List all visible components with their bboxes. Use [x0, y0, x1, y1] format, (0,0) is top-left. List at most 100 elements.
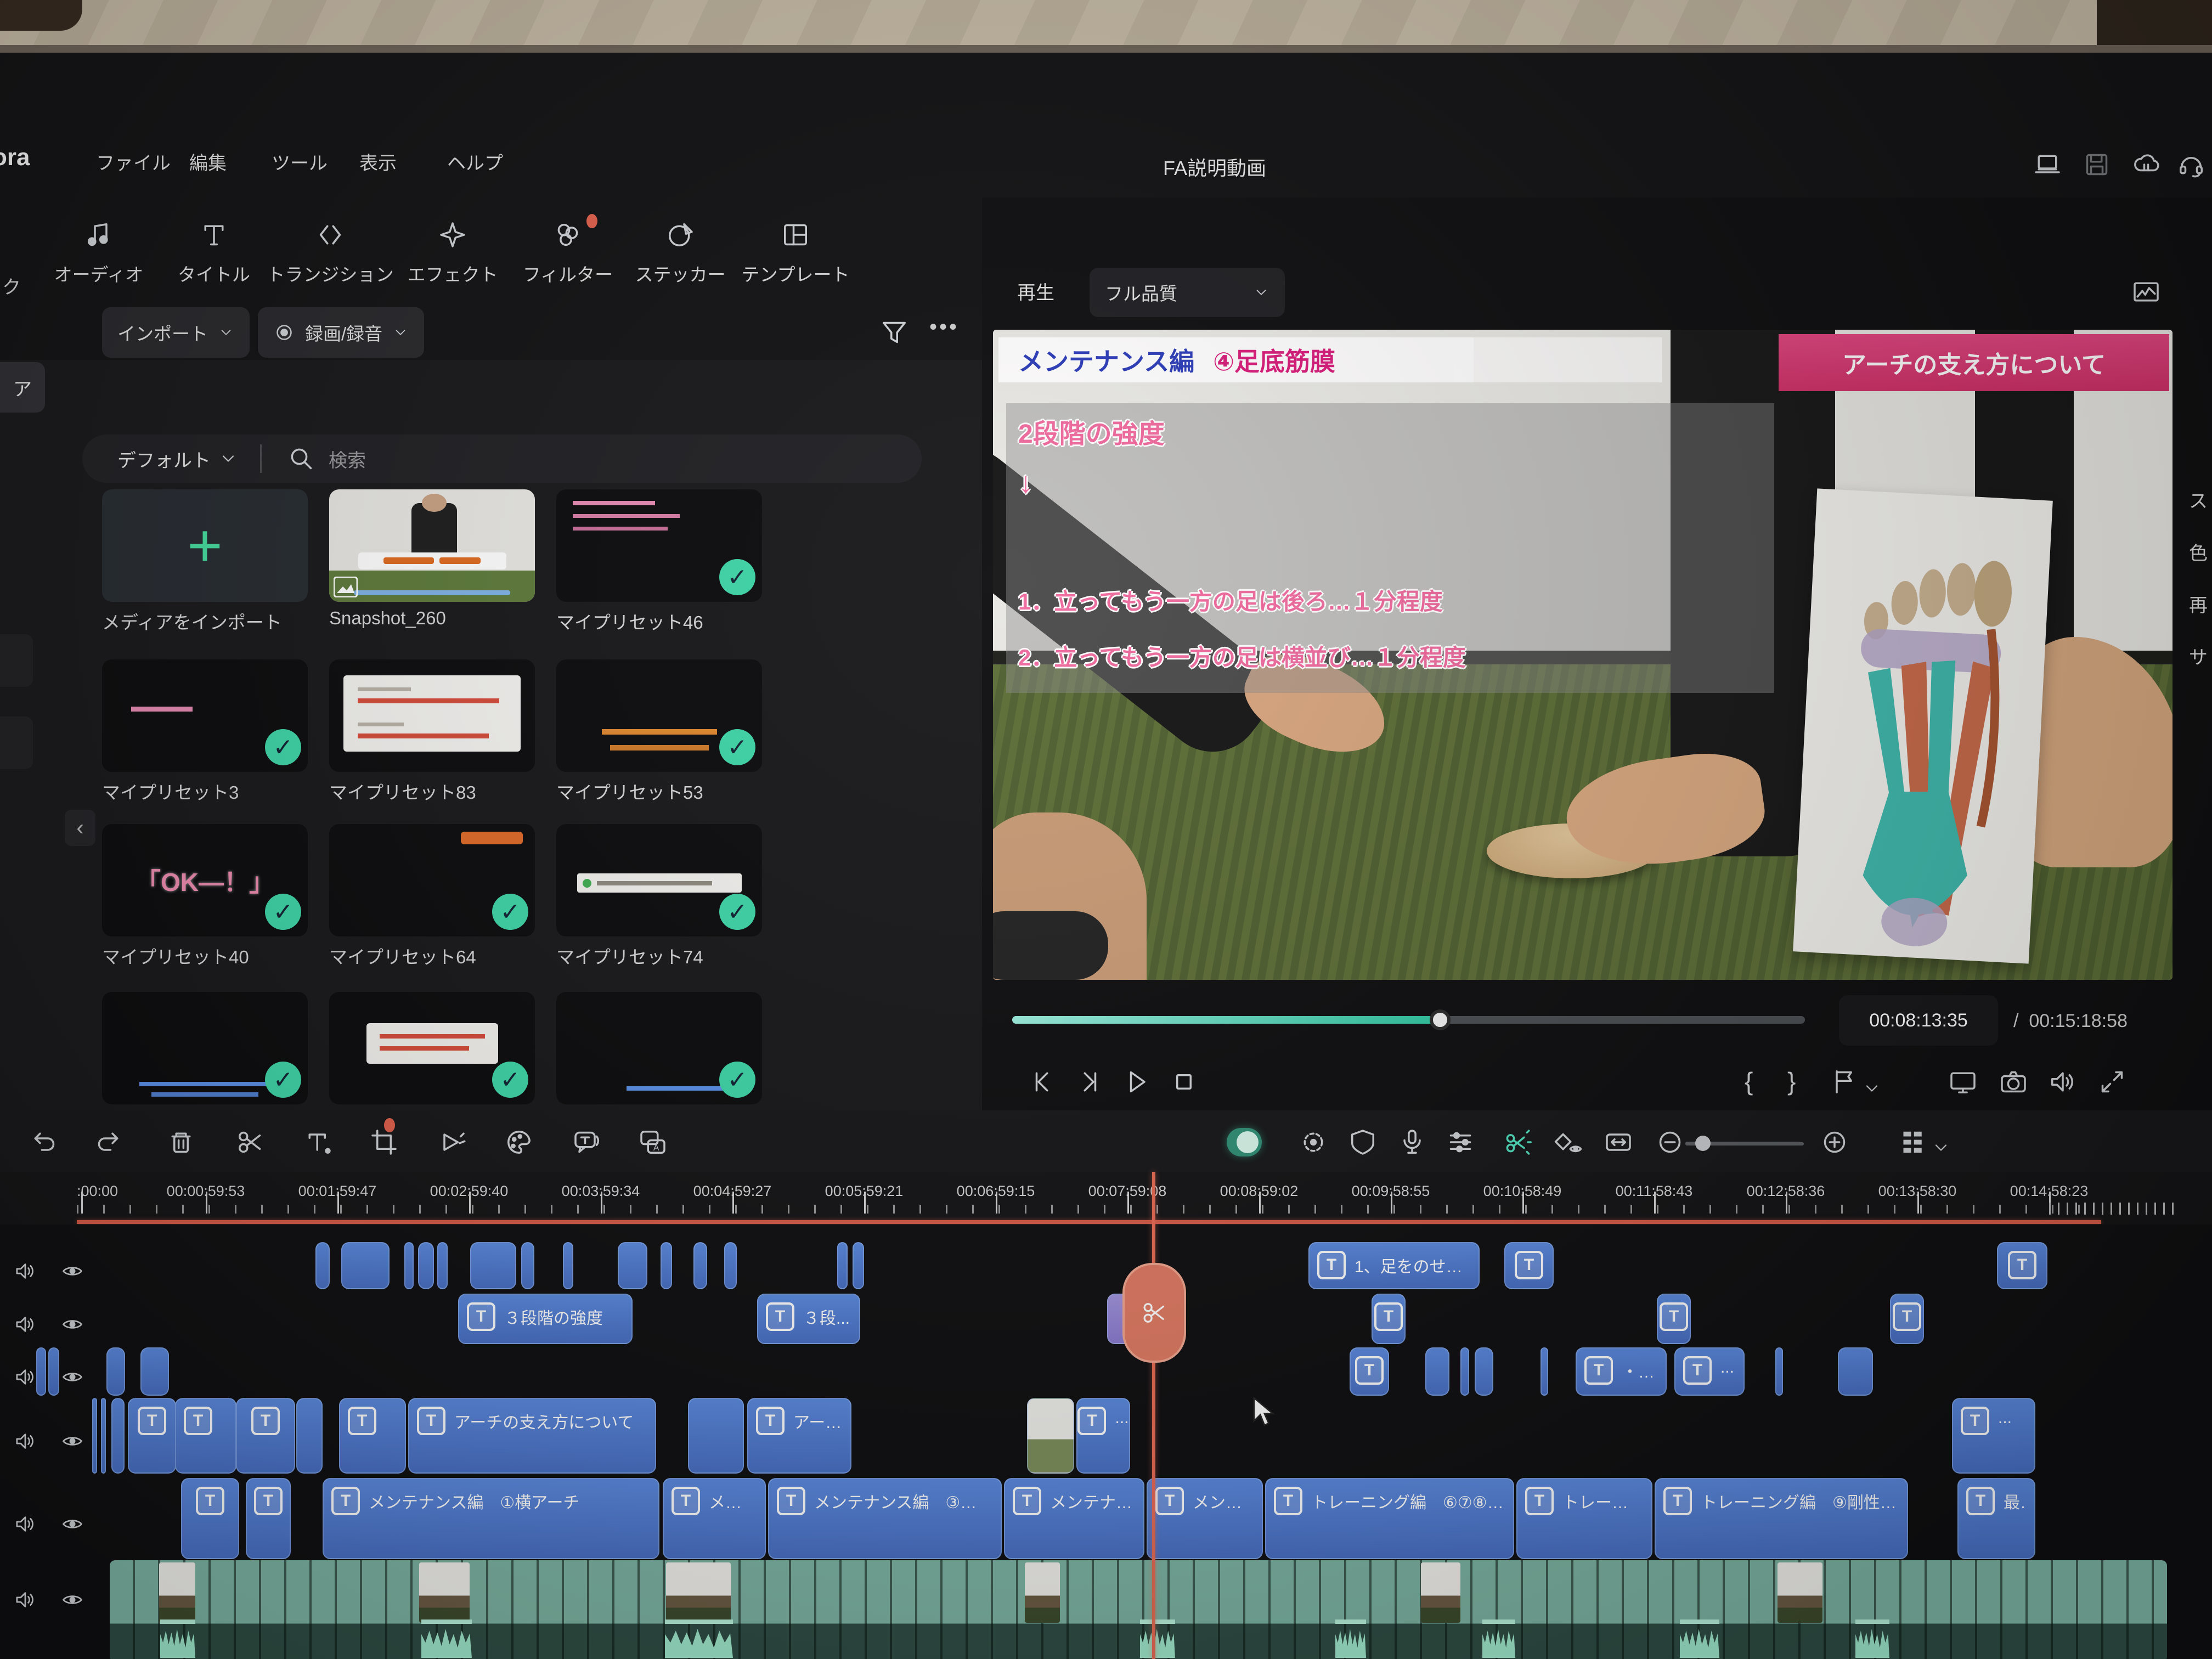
timeline-clip[interactable]: T	[1372, 1294, 1406, 1344]
toolbar-item-4[interactable]: フィルター	[518, 217, 617, 286]
timeline-clip[interactable]	[101, 1398, 106, 1474]
timeline-clip[interactable]	[404, 1242, 414, 1289]
timeline-clip[interactable]: Tメンテナンス編 ...	[663, 1478, 766, 1559]
timeline-clip[interactable]	[1838, 1347, 1873, 1396]
render-meter-icon[interactable]	[2129, 274, 2164, 309]
media-tile-メディアをインポート[interactable]: +	[102, 489, 308, 602]
save-icon[interactable]	[2079, 147, 2114, 182]
collapse-panel-button[interactable]: ‹	[65, 810, 95, 846]
timeline-clip[interactable]: Tアーチ...	[747, 1398, 851, 1474]
previous-frame-button[interactable]	[1025, 1064, 1060, 1099]
media-tile-マイプリセット53[interactable]: ✓	[556, 659, 762, 772]
timeline-clip[interactable]: T３段階の強度	[458, 1294, 633, 1344]
timeline-clip[interactable]	[618, 1242, 647, 1289]
tts-button[interactable]	[569, 1125, 605, 1160]
timeline-clip[interactable]	[140, 1347, 169, 1396]
timeline-clip[interactable]: T	[1504, 1242, 1554, 1289]
toolbar-item-3[interactable]: エフェクト	[403, 217, 502, 286]
zoom-out-button[interactable]	[1652, 1125, 1688, 1160]
chevron-down-icon[interactable]	[1862, 1071, 1882, 1106]
snapshot-button[interactable]	[1996, 1064, 2031, 1099]
playhead[interactable]	[1152, 1172, 1155, 1659]
timeline-clip[interactable]	[661, 1242, 672, 1289]
play-menu[interactable]: 再生	[1017, 278, 1054, 304]
timeline-clip[interactable]: T	[1997, 1242, 2047, 1289]
timeline-clip[interactable]	[521, 1242, 534, 1289]
timeline-clip[interactable]: T３段...	[757, 1294, 860, 1344]
quality-select[interactable]: フル品質	[1090, 268, 1285, 317]
mark-out-button[interactable]: }	[1787, 1066, 1796, 1096]
timeline-clip[interactable]: Tメンテナンス編 ③外アーチ	[768, 1478, 1002, 1559]
menu-item-3[interactable]: 表示	[359, 148, 397, 175]
text-tool-button[interactable]	[301, 1125, 336, 1160]
dual-monitor-button[interactable]	[1945, 1064, 1980, 1099]
track-visibility-icon[interactable]	[55, 1254, 90, 1289]
media-tile-マイプリセット40[interactable]: 「OK—！」✓	[102, 824, 308, 936]
track-mute-icon[interactable]	[8, 1424, 43, 1459]
timeline-clip[interactable]: T	[128, 1398, 176, 1474]
collection-select[interactable]: デフォルト	[117, 445, 211, 472]
redo-button[interactable]	[91, 1125, 126, 1160]
timeline-clip[interactable]: T...	[1076, 1398, 1130, 1474]
caption-tr-button[interactable]: A	[635, 1125, 670, 1160]
side-tab-stub[interactable]	[0, 634, 33, 687]
chevron-down-icon[interactable]	[1931, 1130, 1951, 1165]
timeline-clip[interactable]: T・親...	[1576, 1347, 1667, 1396]
timeline-clip[interactable]: T最...	[1957, 1478, 2035, 1559]
toggle-on-button[interactable]	[1227, 1125, 1262, 1160]
ripple-button[interactable]	[1601, 1125, 1636, 1160]
timeline-clip[interactable]: T	[175, 1398, 236, 1474]
timeline-clip[interactable]: T	[236, 1398, 295, 1474]
timeline-clip[interactable]	[724, 1242, 737, 1289]
media-tile-マイプリセット83[interactable]	[329, 659, 535, 772]
mic-button[interactable]	[1395, 1125, 1430, 1160]
side-tab-stub[interactable]	[0, 716, 33, 769]
timeline-clip[interactable]: T...	[1952, 1398, 2035, 1474]
track-visibility-icon[interactable]	[55, 1506, 90, 1542]
play-button[interactable]	[1119, 1064, 1154, 1099]
timeline-clip[interactable]: Tメンテナン...	[1147, 1478, 1263, 1559]
track-mute-icon[interactable]	[8, 1307, 43, 1342]
timeline-clip[interactable]	[470, 1242, 516, 1289]
media-tile-Snapshot_260[interactable]	[329, 489, 535, 602]
media-tile-マイプリセット74[interactable]: ✓	[556, 824, 762, 936]
trash-button[interactable]	[163, 1125, 199, 1160]
zoom-slider-knob[interactable]	[1695, 1136, 1711, 1151]
progress-knob[interactable]	[1430, 1009, 1451, 1030]
media-tile-マイプリセット3[interactable]: ✓	[102, 659, 308, 772]
timeline-ruler[interactable]: :00:0000:00:59:5300:01:59:4700:02:59:400…	[0, 1172, 2212, 1224]
mark-in-button[interactable]: {	[1745, 1066, 1753, 1096]
timeline-clip[interactable]: Tアーチの支え方について	[408, 1398, 656, 1474]
track-mute-icon[interactable]	[8, 1506, 43, 1542]
menu-item-0[interactable]: ファイル	[96, 148, 171, 175]
timeline-clip[interactable]: T	[1657, 1294, 1691, 1344]
timeline-clip[interactable]: Tトレーニング編 ⑨剛性を...	[1655, 1478, 1908, 1559]
media-tile-マイプリセット46[interactable]: ✓	[556, 489, 762, 602]
menu-item-2[interactable]: ツール	[272, 148, 328, 175]
record-button[interactable]: 録画/録音	[258, 307, 424, 358]
timeline-clip[interactable]	[1027, 1398, 1074, 1474]
progress-bar[interactable]	[1012, 1016, 1805, 1024]
keyframe-eye-button[interactable]	[1550, 1125, 1585, 1160]
timeline-clip[interactable]: T	[246, 1478, 291, 1559]
track-mute-icon[interactable]	[8, 1582, 43, 1617]
timeline-clip[interactable]	[111, 1398, 125, 1474]
mixer-button[interactable]	[1443, 1125, 1478, 1160]
marker-flag-button[interactable]	[1827, 1064, 1862, 1099]
track-mute-icon[interactable]	[8, 1254, 43, 1289]
toolbar-item-1[interactable]: タイトル	[165, 217, 263, 286]
import-button[interactable]: インポート	[102, 307, 250, 358]
timeline-clip[interactable]	[837, 1242, 848, 1289]
timeline-clip[interactable]	[418, 1242, 434, 1289]
search-input[interactable]: 検索	[329, 445, 366, 472]
track-visibility-icon[interactable]	[55, 1307, 90, 1342]
timeline-clip[interactable]: T	[1350, 1347, 1389, 1396]
media-tile-r3c0[interactable]: ✓	[102, 992, 308, 1104]
crop-button[interactable]	[366, 1125, 402, 1160]
fullscreen-button[interactable]	[2095, 1064, 2130, 1099]
timeline-clip[interactable]	[853, 1242, 864, 1289]
headset-icon[interactable]	[2174, 147, 2209, 182]
filter-funnel-icon[interactable]	[877, 315, 912, 350]
cut-at-playhead-button[interactable]	[1122, 1263, 1186, 1363]
stop-button[interactable]	[1166, 1064, 1201, 1099]
